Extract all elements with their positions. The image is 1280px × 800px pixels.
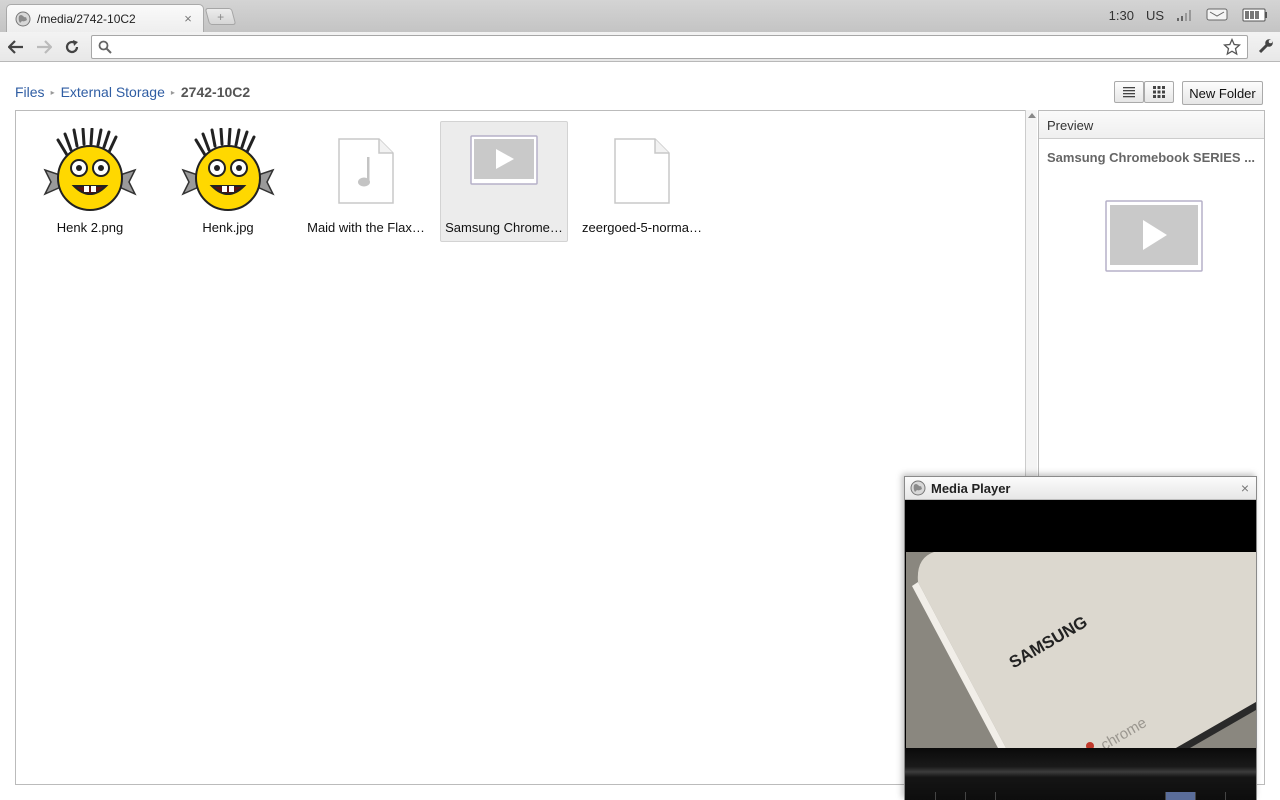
search-icon — [98, 40, 112, 54]
wrench-menu-icon[interactable] — [1258, 38, 1274, 59]
play-button[interactable] — [935, 792, 965, 800]
back-arrow-icon[interactable] — [6, 37, 26, 57]
battery-icon[interactable] — [1242, 8, 1268, 22]
file-name: Maid with the Flax… — [307, 220, 425, 235]
breadcrumb-external-storage[interactable]: External Storage — [61, 84, 165, 100]
file-tile[interactable]: Henk 2.png — [26, 121, 154, 242]
breadcrumb-current: 2742-10C2 — [180, 84, 251, 100]
media-player-title: Media Player — [931, 480, 1011, 496]
file-name: Henk.jpg — [202, 220, 254, 235]
media-player-titlebar[interactable]: Media Player × — [905, 477, 1256, 500]
playlist-button[interactable] — [1195, 792, 1225, 800]
address-bar[interactable] — [91, 35, 1248, 59]
file-tile[interactable]: zeergoed-5-norma… — [578, 121, 706, 242]
scroll-up-icon[interactable] — [1028, 113, 1036, 118]
preview-filename: Samsung Chromebook SERIES ... — [1047, 150, 1256, 165]
video-file-icon — [441, 126, 567, 216]
message-icon[interactable] — [1206, 8, 1230, 22]
file-tile-selected[interactable]: Samsung Chrome… — [440, 121, 568, 242]
preview-video-thumbnail[interactable] — [1105, 200, 1203, 272]
list-view-icon — [1123, 87, 1135, 98]
tab-strip: /media/2742-10C2 × + 1:30 US — [0, 0, 1280, 32]
list-view-button[interactable] — [1114, 81, 1144, 103]
audio-file-icon — [303, 126, 429, 216]
mute-button[interactable] — [1225, 792, 1256, 800]
generic-file-icon — [579, 126, 705, 216]
file-tile[interactable]: Maid with the Flax… — [302, 121, 430, 242]
media-player-window: Media Player × SAMSUNG chrome — [904, 476, 1257, 800]
breadcrumb-separator: ▸ — [50, 87, 55, 97]
breadcrumb: Files ▸ External Storage ▸ 2742-10C2 — [15, 83, 250, 101]
file-name: Samsung Chrome… — [445, 220, 563, 235]
file-name: Henk 2.png — [56, 220, 124, 235]
preview-header: Preview — [1039, 111, 1264, 139]
file-name: zeergoed-5-norma… — [582, 220, 702, 235]
henk-image-icon — [165, 126, 291, 216]
tab-close-icon[interactable]: × — [181, 11, 195, 26]
fullscreen-button[interactable] — [1165, 792, 1195, 800]
bookmark-star-icon[interactable] — [1223, 38, 1241, 56]
reload-icon[interactable] — [62, 37, 82, 57]
file-tile[interactable]: Henk.jpg — [164, 121, 292, 242]
system-tray: 1:30 US — [1109, 0, 1280, 30]
globe-icon — [910, 480, 926, 496]
media-player-close-icon[interactable]: × — [1234, 480, 1256, 496]
media-controls — [905, 748, 1256, 800]
seek-bar[interactable] — [965, 792, 995, 800]
grid-view-icon — [1153, 86, 1165, 98]
browser-toolbar — [0, 32, 1280, 62]
breadcrumb-separator: ▸ — [170, 87, 175, 97]
clock[interactable]: 1:30 — [1109, 8, 1134, 23]
new-tab-button[interactable]: + — [204, 8, 237, 25]
plus-icon: + — [216, 9, 224, 24]
browser-tab[interactable]: /media/2742-10C2 × — [6, 4, 204, 32]
video-frame[interactable]: SAMSUNG chrome — [906, 552, 1256, 748]
network-signal-icon[interactable] — [1176, 8, 1194, 22]
henk-image-icon — [27, 126, 153, 216]
tab-title: /media/2742-10C2 — [37, 11, 136, 26]
new-folder-button[interactable]: New Folder — [1182, 81, 1263, 105]
forward-arrow-icon[interactable] — [34, 37, 54, 57]
grid-view-button[interactable] — [1144, 81, 1174, 103]
address-input[interactable] — [120, 38, 1215, 56]
globe-icon — [15, 11, 31, 26]
input-method[interactable]: US — [1146, 8, 1164, 23]
volume-button[interactable] — [995, 792, 1025, 800]
breadcrumb-files[interactable]: Files — [15, 84, 45, 100]
